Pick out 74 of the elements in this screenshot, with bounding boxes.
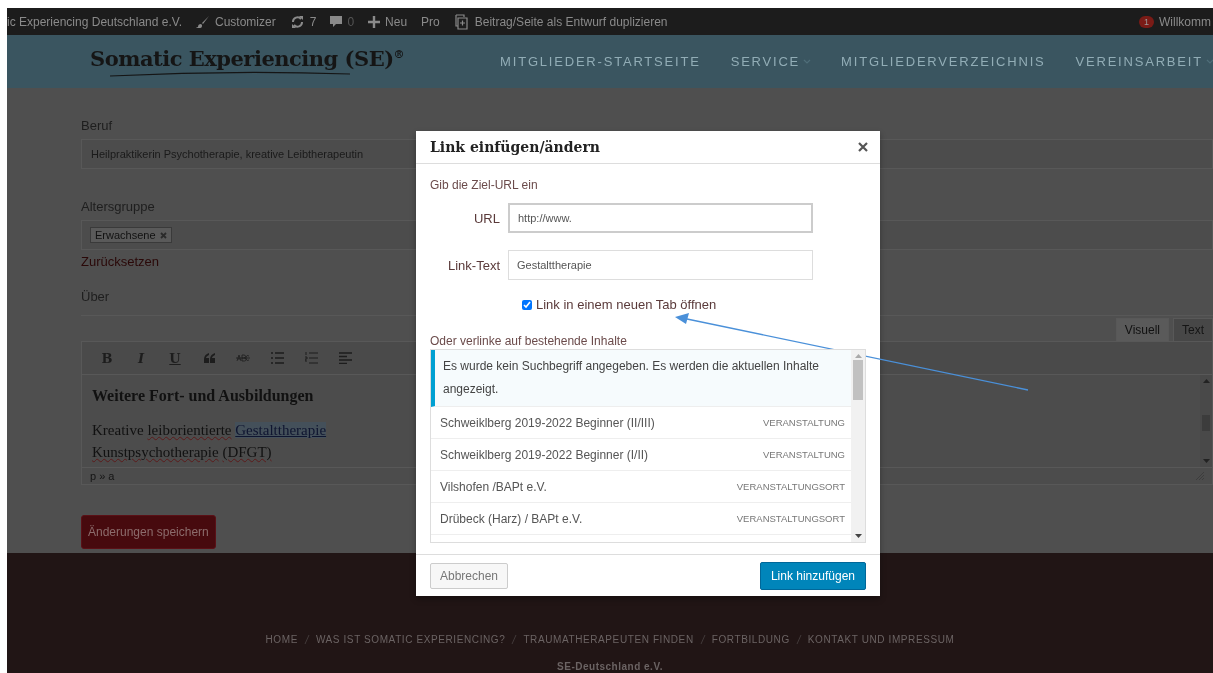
refresh-icon xyxy=(289,15,305,28)
format-button[interactable] xyxy=(338,350,352,366)
numbered-list-icon xyxy=(304,352,318,364)
nav-link[interactable]: MITGLIEDERVERZEICHNIS xyxy=(841,54,1046,69)
add-link-button[interactable]: Link hinzufügen xyxy=(759,561,866,590)
footer-link[interactable]: KONTAKT UND IMPRESSUM xyxy=(807,634,955,645)
editor-tab[interactable]: Visuell xyxy=(1115,318,1169,342)
footer-link[interactable]: TRAUMATHERAPEUTEN FINDEN xyxy=(523,634,694,645)
nav-link[interactable]: MITGLIEDER-STARTSEITE xyxy=(500,54,701,69)
scroll-thumb[interactable] xyxy=(853,360,863,400)
result-type: VERANSTALTUNGSORT xyxy=(736,481,845,492)
comments-count[interactable]: 0 xyxy=(347,14,355,29)
result-row[interactable]: Vilshofen /BAPt e.V. VERANSTALTUNGSORT xyxy=(431,471,851,503)
strikethrough-icon xyxy=(236,354,250,362)
dialog-instruction: Gib die Ziel-URL ein xyxy=(430,178,539,192)
pro-link[interactable]: Pro xyxy=(421,14,440,29)
slash-icon xyxy=(795,635,802,644)
customizer-link[interactable]: Customizer xyxy=(215,14,276,29)
slash-icon xyxy=(699,635,706,644)
updates-count[interactable]: 7 xyxy=(309,14,317,29)
section-label: Oder verlinke auf bestehende Inhalte xyxy=(430,334,628,348)
field-label: URL xyxy=(473,210,500,226)
dialog-title: Link einfügen/ändern xyxy=(430,139,600,155)
cancel-button[interactable]: Abbrechen xyxy=(430,562,509,589)
reset-link[interactable]: Zurücksetzen xyxy=(81,254,160,269)
url-input[interactable]: http://www. xyxy=(508,203,813,233)
duplicate-icon xyxy=(453,13,470,30)
nav-link[interactable]: VEREINSARBEIT xyxy=(1075,54,1213,69)
result-row[interactable]: Schweiklberg 2019-2022 Beginner (I/II) VERANSTALTUNG xyxy=(431,439,851,471)
site-name[interactable]: ic Experiencing Deutschland e.V. xyxy=(7,14,182,29)
format-button[interactable] xyxy=(202,350,216,366)
result-row[interactable]: Drübeck (Harz) / BAPt e.V. VERANSTALTUNGSORT xyxy=(431,503,851,535)
site-logo[interactable]: Somatic Experiencing (SE)$^{®}$ xyxy=(90,46,405,77)
plus-icon xyxy=(368,15,381,28)
remove-icon[interactable] xyxy=(159,231,167,239)
result-title: Schweiklberg 2019-2022 Beginner (I/II) xyxy=(440,447,649,462)
result-type: VERANSTALTUNG xyxy=(763,449,845,460)
footer-organization: SE-Deutschland e.V. xyxy=(557,661,663,672)
result-row[interactable]: Schweiklberg 2019-2022 Beginner (II/III) VERANSTALTUNG xyxy=(431,407,851,439)
text-link[interactable]: Gestalttherapie xyxy=(235,422,327,438)
editor-paragraph: Kreative leiborientierte Gestalttherapie Kunstpsychotherapie (DFGT) xyxy=(92,421,328,462)
result-title: Drübeck (Harz) / BAPt e.V. xyxy=(440,511,583,526)
result-type: VERANSTALTUNG xyxy=(763,417,845,428)
slash-icon xyxy=(303,635,310,644)
notification-badge: 1 xyxy=(1139,15,1154,28)
field-label: Link-Text xyxy=(446,257,500,273)
duplicate-link[interactable]: Beitrag/Seite als Entwurf duplizieren xyxy=(474,14,668,29)
tag-chip[interactable]: Erwachsene xyxy=(90,227,172,243)
result-type: VERANSTALTUNGSORT xyxy=(736,513,845,524)
scroll-up-icon[interactable] xyxy=(854,354,862,358)
nav-link[interactable]: SERVICE xyxy=(730,54,812,69)
format-button[interactable] xyxy=(304,350,318,366)
link-text-input[interactable]: Gestalttherapie xyxy=(508,250,813,280)
scrollbar[interactable] xyxy=(851,350,865,542)
footer-link[interactable]: FORTBILDUNG xyxy=(711,634,790,645)
new-link[interactable]: Neu xyxy=(385,14,408,29)
greeting-link[interactable]: Willkomm xyxy=(1159,14,1211,29)
checkbox-label: Link in einem neuen Tab öffnen xyxy=(536,297,717,312)
format-button[interactable] xyxy=(270,350,284,366)
new-tab-checkbox[interactable] xyxy=(522,299,532,310)
comment-icon xyxy=(330,15,343,28)
slash-icon xyxy=(511,635,518,644)
quote-icon xyxy=(202,353,216,363)
scroll-up-icon[interactable] xyxy=(1202,379,1210,383)
bullet-list-icon xyxy=(270,352,284,364)
align-left-icon xyxy=(338,352,352,364)
footer-link[interactable]: HOME xyxy=(265,634,298,645)
info-notice: Es wurde kein Suchbegriff angegeben. Es werden die aktuellen Inhalte angezeigt. xyxy=(431,350,851,407)
result-title: Schweiklberg 2019-2022 Beginner (II/III) xyxy=(440,415,655,430)
save-button[interactable]: Änderungen speichern xyxy=(81,515,216,549)
result-title: Vilshofen /BAPt e.V. xyxy=(440,479,547,494)
editor-heading: Weitere Fort- und Ausbildungen xyxy=(92,387,314,405)
scroll-down-icon[interactable] xyxy=(854,534,862,538)
footer-link[interactable]: WAS IST SOMATIC EXPERIENCING? xyxy=(315,634,506,645)
